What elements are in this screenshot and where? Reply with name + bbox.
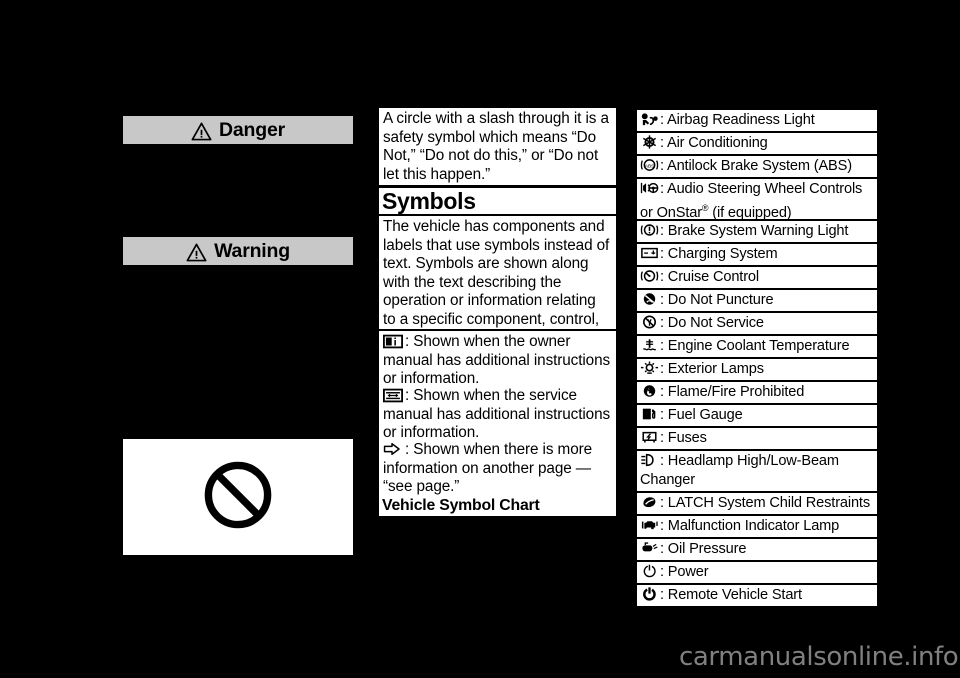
air-conditioning-icon	[640, 134, 659, 150]
cruise-control-icon	[640, 268, 659, 284]
symbol-label: : Exterior Lamps	[660, 361, 764, 377]
fuses-icon	[640, 429, 659, 445]
circle-slash-paragraph: A circle with a slash through it is a sa…	[383, 110, 609, 183]
warning-triangle-icon	[186, 243, 207, 262]
symbol-row-do-not-service: : Do Not Service	[637, 313, 877, 334]
power-icon	[640, 563, 659, 579]
owner-manual-note: : Shown when the owner manual has additi…	[383, 333, 611, 388]
service-manual-note-block: : Shown when the service manual has addi…	[379, 385, 616, 443]
symbol-row-abs: ABS : Antilock Brake System (ABS)	[637, 156, 877, 177]
airbag-readiness-icon	[640, 111, 659, 127]
fuel-gauge-icon	[640, 406, 659, 422]
symbols-heading-box: Symbols	[379, 188, 616, 214]
symbol-row-power: : Power	[637, 562, 877, 583]
symbol-label-tail: (if equipped)	[708, 204, 792, 221]
warning-triangle-icon	[191, 122, 212, 141]
remote-vehicle-start-icon	[640, 586, 659, 602]
symbol-row-fuses: : Fuses	[637, 428, 877, 449]
symbol-label: : Air Conditioning	[660, 135, 768, 151]
symbol-row-do-not-puncture: : Do Not Puncture	[637, 290, 877, 311]
symbols-paragraph: The vehicle has components and labels th…	[383, 218, 610, 347]
owner-manual-book-icon	[383, 334, 403, 349]
prohibition-symbol-figure	[121, 437, 355, 557]
symbol-label: : Antilock Brake System (ABS)	[660, 158, 852, 174]
symbol-row-airbag-readiness: : Airbag Readiness Light	[637, 110, 877, 131]
symbol-row-charging-system: : Charging System	[637, 244, 877, 265]
headlamp-high-low-beam-icon	[640, 452, 659, 468]
danger-callout-box: Danger	[121, 114, 355, 146]
svg-text:ABS: ABS	[645, 163, 655, 169]
symbol-label: : Brake System Warning Light	[660, 223, 849, 239]
latch-child-restraint-icon	[640, 494, 659, 510]
symbol-row-flame-fire-prohibited: : Flame/Fire Prohibited	[637, 382, 877, 403]
do-not-puncture-icon	[640, 291, 659, 307]
service-manual-book-icon	[383, 388, 403, 403]
symbol-row-oil-pressure: : Oil Pressure	[637, 539, 877, 560]
symbol-label: : Charging System	[660, 246, 778, 262]
charging-system-icon	[640, 245, 659, 261]
do-not-service-icon	[640, 314, 659, 330]
circle-slash-paragraph-block: A circle with a slash through it is a sa…	[379, 108, 616, 185]
warning-callout-box: Warning	[121, 235, 355, 267]
see-page-note-block: : Shown when there is more information o…	[379, 439, 616, 497]
symbols-paragraph-block: The vehicle has components and labels th…	[379, 216, 616, 347]
warning-label: Warning	[214, 239, 290, 262]
symbol-row-fuel-gauge: : Fuel Gauge	[637, 405, 877, 426]
danger-label: Danger	[219, 118, 285, 141]
symbols-heading: Symbols	[382, 187, 476, 214]
symbol-row-headlamp-high-low-beam: : Headlamp High/Low-Beam Changer	[637, 451, 877, 491]
symbol-label: : Remote Vehicle Start	[660, 587, 802, 603]
symbol-row-engine-coolant-temperature: : Engine Coolant Temperature	[637, 336, 877, 357]
engine-coolant-temperature-icon	[640, 337, 659, 353]
symbol-label: : Fuses	[660, 430, 707, 446]
symbol-label: : Headlamp High/Low-Beam Changer	[640, 453, 839, 488]
right-arrow-icon	[383, 442, 403, 457]
vehicle-symbol-chart-heading-box: Vehicle Symbol Chart	[379, 495, 616, 516]
owner-manual-note-block: : Shown when the owner manual has additi…	[379, 331, 616, 389]
symbol-label: : Do Not Service	[660, 315, 764, 331]
symbol-row-audio-steering-wheel: : Audio Steering Wheel Controls or OnSta…	[637, 179, 877, 221]
symbol-row-latch-child-restraints: : LATCH System Child Restraints	[637, 493, 877, 514]
symbol-row-exterior-lamps: : Exterior Lamps	[637, 359, 877, 380]
audio-steering-wheel-icon	[640, 180, 659, 196]
symbol-row-cruise-control: : Cruise Control	[637, 267, 877, 288]
symbol-row-brake-system-warning: : Brake System Warning Light	[637, 221, 877, 242]
symbol-label: : Oil Pressure	[660, 541, 747, 557]
flame-fire-prohibited-icon	[640, 383, 659, 399]
service-manual-note: : Shown when the service manual has addi…	[383, 387, 611, 442]
vehicle-symbol-chart-heading: Vehicle Symbol Chart	[382, 496, 540, 514]
symbol-label: : Flame/Fire Prohibited	[660, 384, 805, 400]
symbol-row-malfunction-indicator-lamp: : Malfunction Indicator Lamp	[637, 516, 877, 537]
symbol-label: : Fuel Gauge	[660, 407, 743, 423]
symbol-label: : Malfunction Indicator Lamp	[660, 518, 840, 534]
symbol-label: : Do Not Puncture	[660, 292, 774, 308]
symbol-row-remote-vehicle-start: : Remote Vehicle Start	[637, 585, 877, 606]
manual-page: Danger Warning A circle with a slash thr…	[0, 0, 960, 678]
symbol-label: : Engine Coolant Temperature	[660, 338, 850, 354]
abs-icon: ABS	[640, 157, 659, 173]
no-symbol-icon	[201, 458, 275, 537]
exterior-lamps-icon	[640, 360, 659, 376]
symbol-label: : Airbag Readiness Light	[660, 112, 815, 128]
brake-system-warning-icon	[640, 222, 659, 238]
symbol-label: : LATCH System Child Restraints	[660, 495, 870, 511]
symbol-label: : Cruise Control	[660, 269, 759, 285]
oil-pressure-icon	[640, 540, 659, 556]
symbol-row-air-conditioning: : Air Conditioning	[637, 133, 877, 154]
watermark: carmanualsonline.info	[679, 642, 959, 672]
see-page-note: : Shown when there is more information o…	[383, 441, 593, 496]
malfunction-indicator-icon	[640, 517, 659, 533]
symbol-label: : Power	[660, 564, 709, 580]
